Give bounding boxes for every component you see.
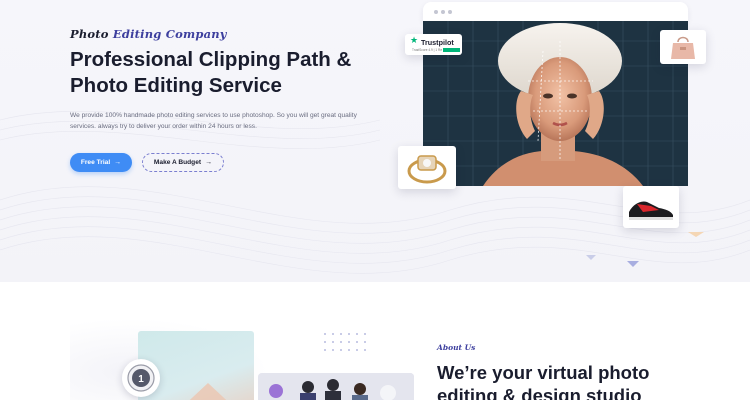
hero-headline: Professional Clipping Path & Photo Editi… <box>70 47 380 99</box>
award-badge-icon: 1 <box>122 359 160 397</box>
arrow-right-icon: → <box>205 159 213 166</box>
free-trial-button[interactable]: Free Trial → <box>70 153 132 172</box>
trustpilot-rating-bar <box>443 48 460 52</box>
about-eyebrow: About Us <box>437 343 476 352</box>
trustpilot-name: Trustpilot <box>421 38 454 47</box>
hero-description: We provide 100% handmade photo editing s… <box>70 112 357 130</box>
decor-triangle <box>688 232 704 237</box>
team-illustration <box>258 373 414 400</box>
about-title-line-1: We’re your virtual photo <box>437 362 650 383</box>
team-photo <box>258 373 414 400</box>
decor-triangle <box>586 255 596 260</box>
window-dot-icon <box>441 10 445 14</box>
shoe-product-icon <box>629 201 673 220</box>
bag-product-card <box>660 30 706 64</box>
window-dot-icon <box>434 10 438 14</box>
window-dot-icon <box>448 10 452 14</box>
model-photo <box>423 21 688 186</box>
dot-grid-decoration <box>324 333 366 351</box>
ring-product-icon <box>407 155 447 184</box>
headline-line-2: Photo Editing Service <box>70 74 282 97</box>
hero-eyebrow: Photo Editing Company <box>70 27 227 41</box>
free-trial-label: Free Trial <box>80 159 111 166</box>
about-title-line-2: editing & design studio <box>437 385 642 400</box>
make-a-budget-button[interactable]: Make A Budget → <box>142 153 224 172</box>
shoe-product-card <box>623 186 679 228</box>
trustpilot-star-icon: ★ <box>410 36 419 46</box>
headline-line-1: Professional Clipping Path & <box>70 48 352 71</box>
about-title: We’re your virtual photo editing & desig… <box>437 361 717 400</box>
badge-number: 1 <box>138 374 144 385</box>
eyebrow-word-photo: Photo <box>70 27 109 41</box>
hero-section: Photo Editing Company Professional Clipp… <box>0 0 750 282</box>
decor-triangle <box>627 261 639 267</box>
bag-product-icon <box>671 36 695 59</box>
model-illustration <box>423 21 688 186</box>
trustpilot-card: ★ Trustpilot TrustScore 4.9 | 1 Reviews <box>405 34 462 55</box>
eyebrow-word-editing-company: Editing Company <box>112 27 227 41</box>
trustpilot-score-text: TrustScore 4.9 | 1 Reviews <box>412 48 442 52</box>
arrow-right-icon: → <box>114 159 122 166</box>
make-a-budget-label: Make A Budget <box>153 159 202 166</box>
ring-product-card <box>398 146 456 189</box>
mockup-browser-bar <box>423 2 688 21</box>
